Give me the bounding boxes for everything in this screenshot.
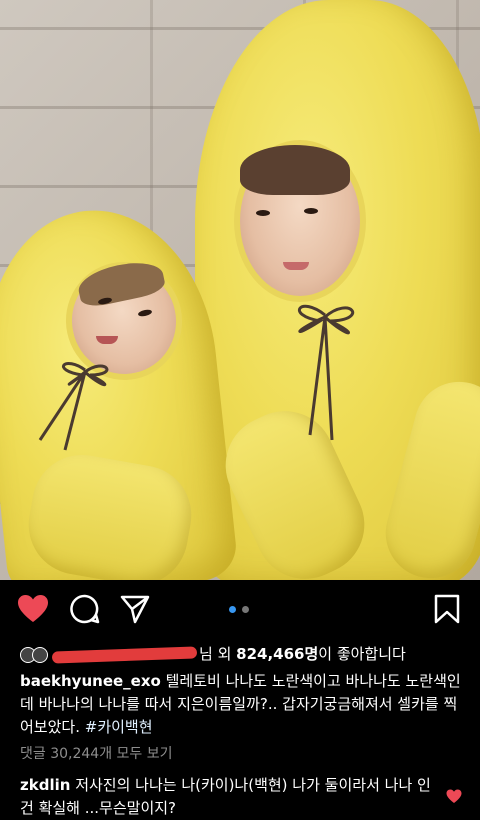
eye — [256, 210, 270, 216]
comment: zkdlin 저사진의 나나는 나(카이)나(백현) 나가 둘이라서 나나 인건… — [20, 774, 440, 820]
view-all-comments-link[interactable]: 댓글 30,244개 모두 보기 — [20, 743, 466, 766]
bow-string-right — [297, 304, 355, 441]
bookmark-icon[interactable] — [433, 594, 461, 624]
caption: baekhyunee_exo 텔레토비 나나도 노란색이고 바나나도 노란색인데… — [20, 670, 466, 739]
comment-username[interactable]: zkdlin — [20, 776, 70, 794]
likes-line[interactable]: 님 외 824,466명이 좋아합니다 — [20, 643, 466, 666]
share-icon[interactable] — [120, 594, 150, 624]
bow-string-left — [38, 362, 109, 451]
carousel-dot-active — [229, 606, 236, 613]
heart-small-icon[interactable] — [446, 789, 462, 804]
carousel-indicator — [229, 606, 249, 613]
carousel-dot — [242, 606, 249, 613]
eye — [304, 208, 318, 214]
comment-icon[interactable] — [70, 594, 100, 624]
liker-avatars — [20, 646, 52, 663]
caption-hashtag[interactable]: #카이백현 — [85, 718, 153, 736]
heart-icon[interactable] — [17, 594, 49, 624]
post-photo[interactable] — [0, 0, 480, 580]
mouth — [283, 262, 309, 270]
likes-count[interactable]: 824,466명 — [236, 645, 318, 663]
action-bar — [0, 588, 480, 632]
likes-suffix: 님 외 — [199, 645, 237, 663]
avatar — [32, 646, 48, 663]
hair-right — [240, 145, 350, 195]
redaction-mark — [51, 645, 198, 664]
likes-end: 이 좋아합니다 — [318, 645, 406, 663]
caption-username[interactable]: baekhyunee_exo — [20, 672, 161, 690]
comment-text: 저사진의 나나는 나(카이)나(백현) 나가 둘이라서 나나 인건 확실해 ..… — [20, 776, 431, 817]
